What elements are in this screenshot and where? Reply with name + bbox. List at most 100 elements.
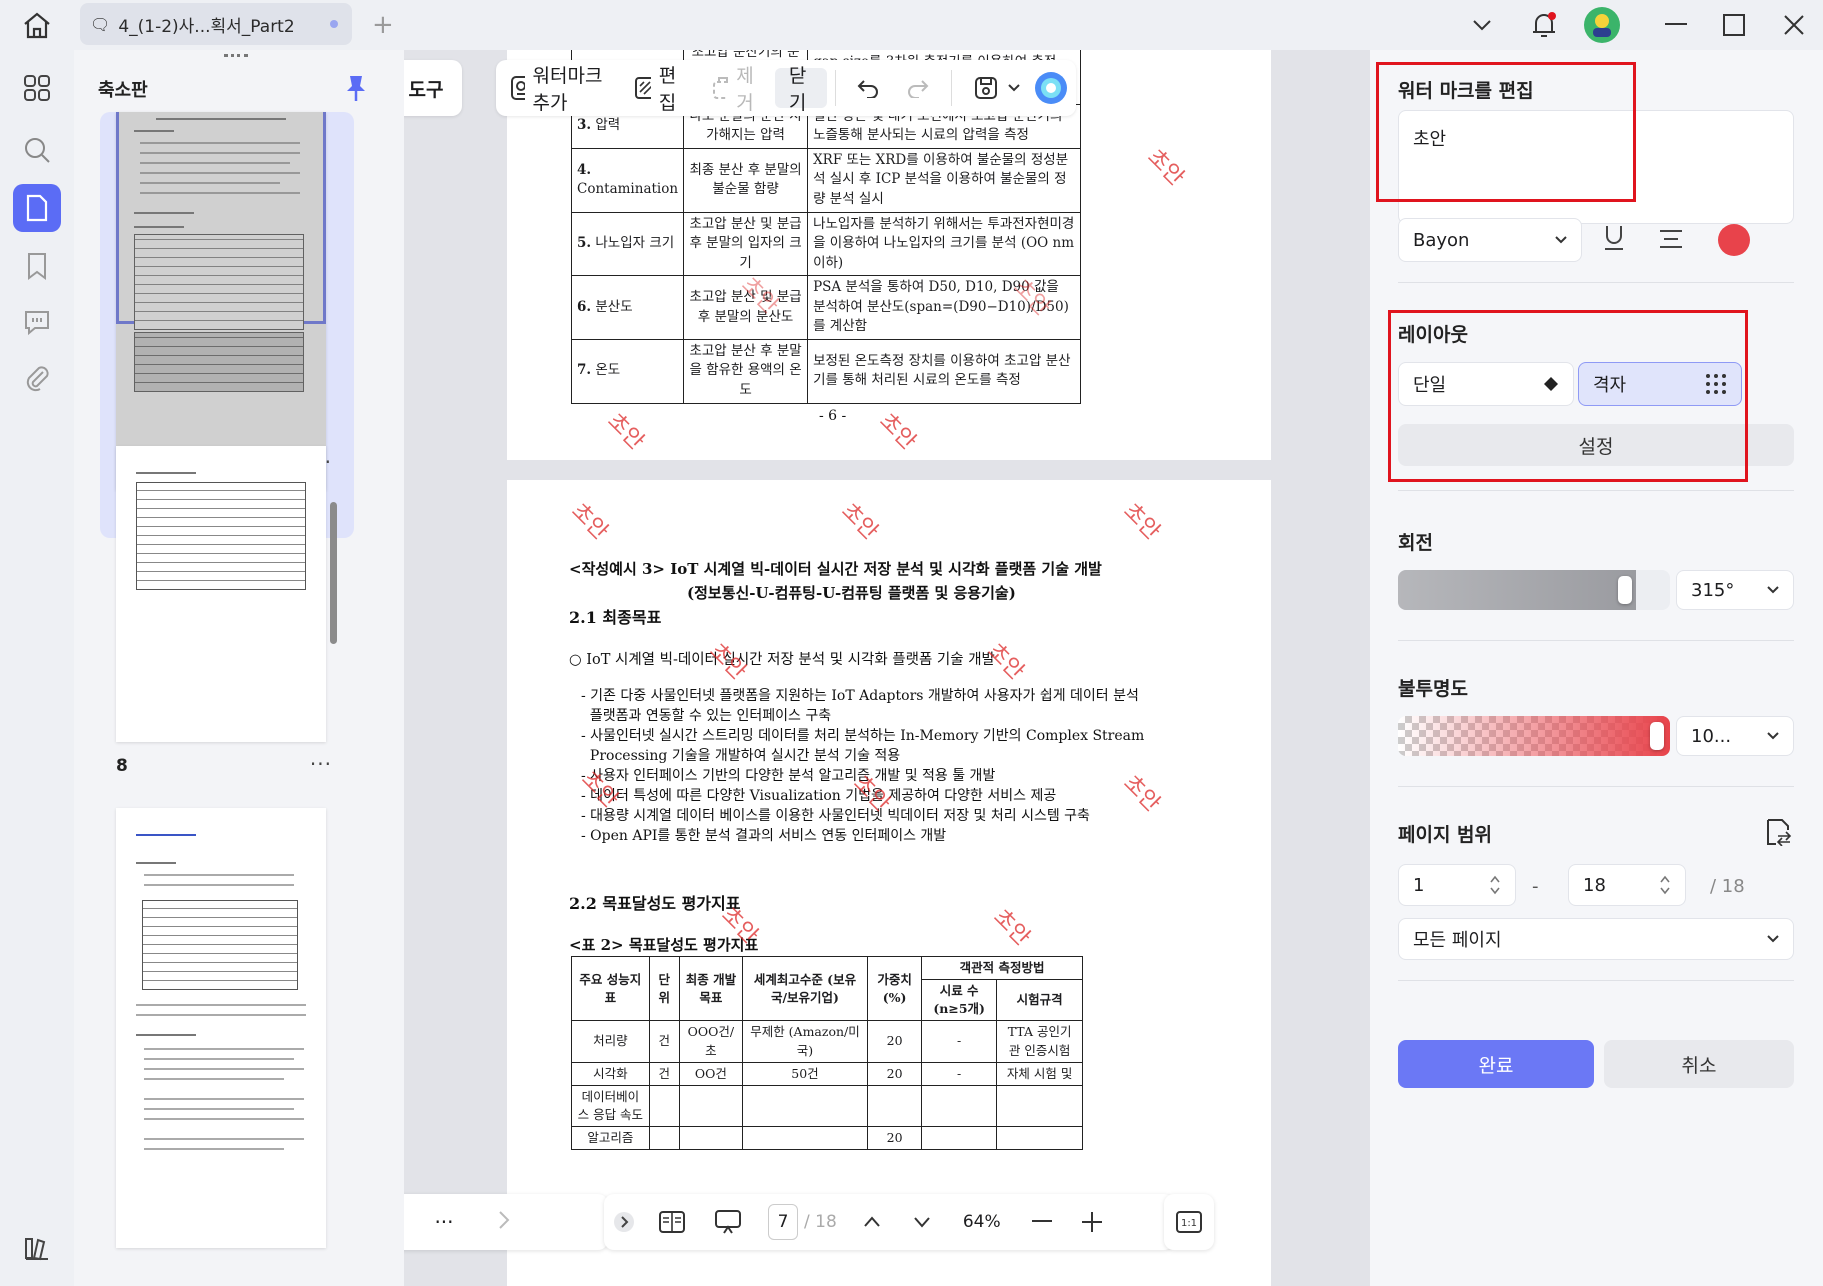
- row-item: 압력: [595, 117, 621, 134]
- save-icon[interactable]: [960, 60, 1002, 116]
- row-item: Contamination: [577, 181, 679, 198]
- range-start-input[interactable]: 1: [1398, 864, 1516, 906]
- table-cell: 자체 시험 및: [996, 1061, 1083, 1086]
- bell-icon[interactable]: [1524, 6, 1564, 44]
- row-number: 5.: [577, 235, 592, 252]
- ai-assistant-icon[interactable]: [1026, 60, 1076, 116]
- save-options-chevron-icon[interactable]: [1002, 60, 1026, 116]
- grid-view-icon[interactable]: [13, 64, 61, 112]
- stepper-icon[interactable]: [1489, 874, 1501, 896]
- watermark-text: 초안: [704, 638, 751, 685]
- rotation-slider-handle[interactable]: [1618, 576, 1632, 604]
- row-item: 분산도: [595, 298, 633, 315]
- user-avatar[interactable]: [1582, 6, 1622, 44]
- row-target: 초고압 분산 및 분급 후 분말의 입자의 크기: [683, 211, 809, 277]
- range-end-input[interactable]: 18: [1568, 864, 1686, 906]
- home-icon[interactable]: [20, 10, 54, 40]
- thumbnails-panel: 축소판 7 ··· 8 ···: [74, 50, 404, 1286]
- add-watermark-button[interactable]: 워터마크 추가: [496, 60, 620, 116]
- font-value: Bayon: [1413, 229, 1470, 251]
- chevron-down-icon[interactable]: [1462, 6, 1502, 44]
- range-start-value: 1: [1413, 874, 1425, 896]
- thumbnail-image: [116, 808, 326, 1248]
- close-icon[interactable]: [1774, 6, 1814, 44]
- opacity-select[interactable]: 10...: [1676, 716, 1794, 756]
- table-row: 4. Contamination 최종 분산 후 분말의 불순물 함량 XRF 또는…: [570, 147, 1081, 213]
- undo-icon[interactable]: [843, 60, 893, 116]
- table-cell: 건: [648, 1020, 680, 1063]
- tools-button[interactable]: 도구: [404, 60, 462, 116]
- section-2-2-heading: 2.2 목표달성도 평가지표: [569, 894, 741, 913]
- attachment-icon[interactable]: [13, 354, 61, 402]
- example-heading: <작성예시 3> IoT 시계열 빅-데이터 실시간 저장 분석 및 시각화 플…: [569, 560, 1102, 578]
- row-number: 4.: [577, 161, 592, 178]
- library-icon[interactable]: [13, 1224, 61, 1272]
- drag-handle[interactable]: [224, 54, 248, 58]
- highlight-frame: [1388, 310, 1748, 482]
- chevron-down-icon: [1767, 935, 1779, 943]
- goal-list: - 기존 다중 사물인터넷 플랫폼을 지원하는 IoT Adaptors 개발하…: [581, 686, 1144, 846]
- watermark-text: 초안: [988, 904, 1035, 951]
- chevron-left-icon[interactable]: [404, 1210, 414, 1235]
- zoom-in-icon[interactable]: [1067, 1212, 1117, 1232]
- left-icon-rail: [0, 50, 74, 1286]
- minimize-icon[interactable]: [1656, 6, 1696, 44]
- rotation-label: 회전: [1398, 532, 1433, 554]
- close-watermark-button[interactable]: 닫기: [774, 65, 827, 114]
- current-page-input[interactable]: 7: [768, 1204, 798, 1240]
- chevron-right-icon[interactable]: [474, 1210, 534, 1235]
- maximize-icon[interactable]: [1714, 6, 1754, 44]
- thumbnails-scrollbar[interactable]: [330, 502, 337, 644]
- tab-title: 4_(1-2)사...획서_Part2: [118, 16, 295, 37]
- color-swatch[interactable]: [1718, 224, 1750, 256]
- actual-size-icon[interactable]: 1:1: [1164, 1194, 1214, 1250]
- thumbnail-page-8[interactable]: 8 ···: [100, 446, 354, 846]
- align-icon[interactable]: [1658, 228, 1684, 255]
- chevron-down-icon: [1767, 586, 1779, 594]
- opacity-slider-handle[interactable]: [1650, 722, 1664, 750]
- page-range-mode-select[interactable]: 모든 페이지: [1398, 918, 1794, 960]
- done-button[interactable]: 완료: [1398, 1040, 1594, 1088]
- goal-item: - 사물인터넷 실시간 스트리밍 데이터를 처리 분석하는 In-Memory …: [581, 728, 1145, 744]
- redo-icon[interactable]: [893, 60, 943, 116]
- opacity-slider[interactable]: [1398, 716, 1670, 756]
- presentation-icon[interactable]: [700, 1209, 756, 1235]
- stepper-icon[interactable]: [1659, 874, 1671, 896]
- comment-icon[interactable]: [13, 298, 61, 346]
- document-tab[interactable]: 🗨 4_(1-2)사...획서_Part2: [80, 3, 352, 45]
- zoom-out-icon[interactable]: [1017, 1220, 1067, 1224]
- search-icon[interactable]: [13, 126, 61, 174]
- bookmark-icon[interactable]: [13, 242, 61, 290]
- table-cell: OOO건/초: [678, 1020, 743, 1063]
- document-viewer[interactable]: 2. Nozzle Gap초고압 분산기의 분사 노즐의 gap sizegap…: [404, 50, 1370, 1286]
- watermark-stamp-icon: [511, 76, 525, 100]
- table-row: 7. 온도 초고압 분산 후 분말을 함유한 용액의 온도 보정된 온도측정 장치를…: [570, 338, 1081, 404]
- chevron-up-icon[interactable]: [847, 1216, 897, 1228]
- table-cell: [996, 1125, 1083, 1151]
- expand-icon[interactable]: [604, 1211, 644, 1233]
- rotation-select[interactable]: 315°: [1676, 570, 1794, 610]
- rotation-slider[interactable]: [1398, 570, 1670, 610]
- add-watermark-label: 워터마크 추가: [532, 65, 603, 114]
- cancel-button[interactable]: 취소: [1604, 1040, 1794, 1088]
- new-tab-plus-icon[interactable]: +: [372, 10, 394, 40]
- pin-icon[interactable]: [344, 74, 368, 107]
- goal-bullet: ○ IoT 시계열 빅-데이터 실시간 저장 분석 및 시각화 플랫폼 기술 개…: [569, 652, 995, 668]
- chevron-down-icon[interactable]: [897, 1216, 947, 1228]
- two-page-view-icon[interactable]: [644, 1210, 700, 1234]
- thumbnails-icon[interactable]: [13, 184, 61, 232]
- underline-icon[interactable]: [1602, 224, 1626, 257]
- row-method: 보정된 온도측정 장치를 이용하여 초고압 분산기를 통해 처리된 시료의 온도…: [807, 338, 1081, 404]
- edit-watermark-button[interactable]: 편집: [620, 60, 697, 116]
- more-icon[interactable]: ···: [414, 1210, 474, 1234]
- font-select[interactable]: Bayon: [1398, 218, 1582, 262]
- thumbnail-page-9[interactable]: [100, 808, 354, 1286]
- zoom-level[interactable]: 64%: [947, 1212, 1017, 1232]
- page-footer: - 6 -: [819, 408, 847, 424]
- table-row: 처리량 건 OOO건/초 무제한 (Amazon/미국) 20- TTA 공인기관 인증시…: [571, 1020, 1083, 1063]
- remove-watermark-button[interactable]: 제거: [697, 60, 774, 116]
- page-range-swap-icon[interactable]: [1764, 818, 1792, 851]
- more-options-icon[interactable]: ···: [310, 752, 332, 776]
- table-cell: 50건: [741, 1061, 869, 1086]
- watermark-text: 초안: [1118, 498, 1165, 545]
